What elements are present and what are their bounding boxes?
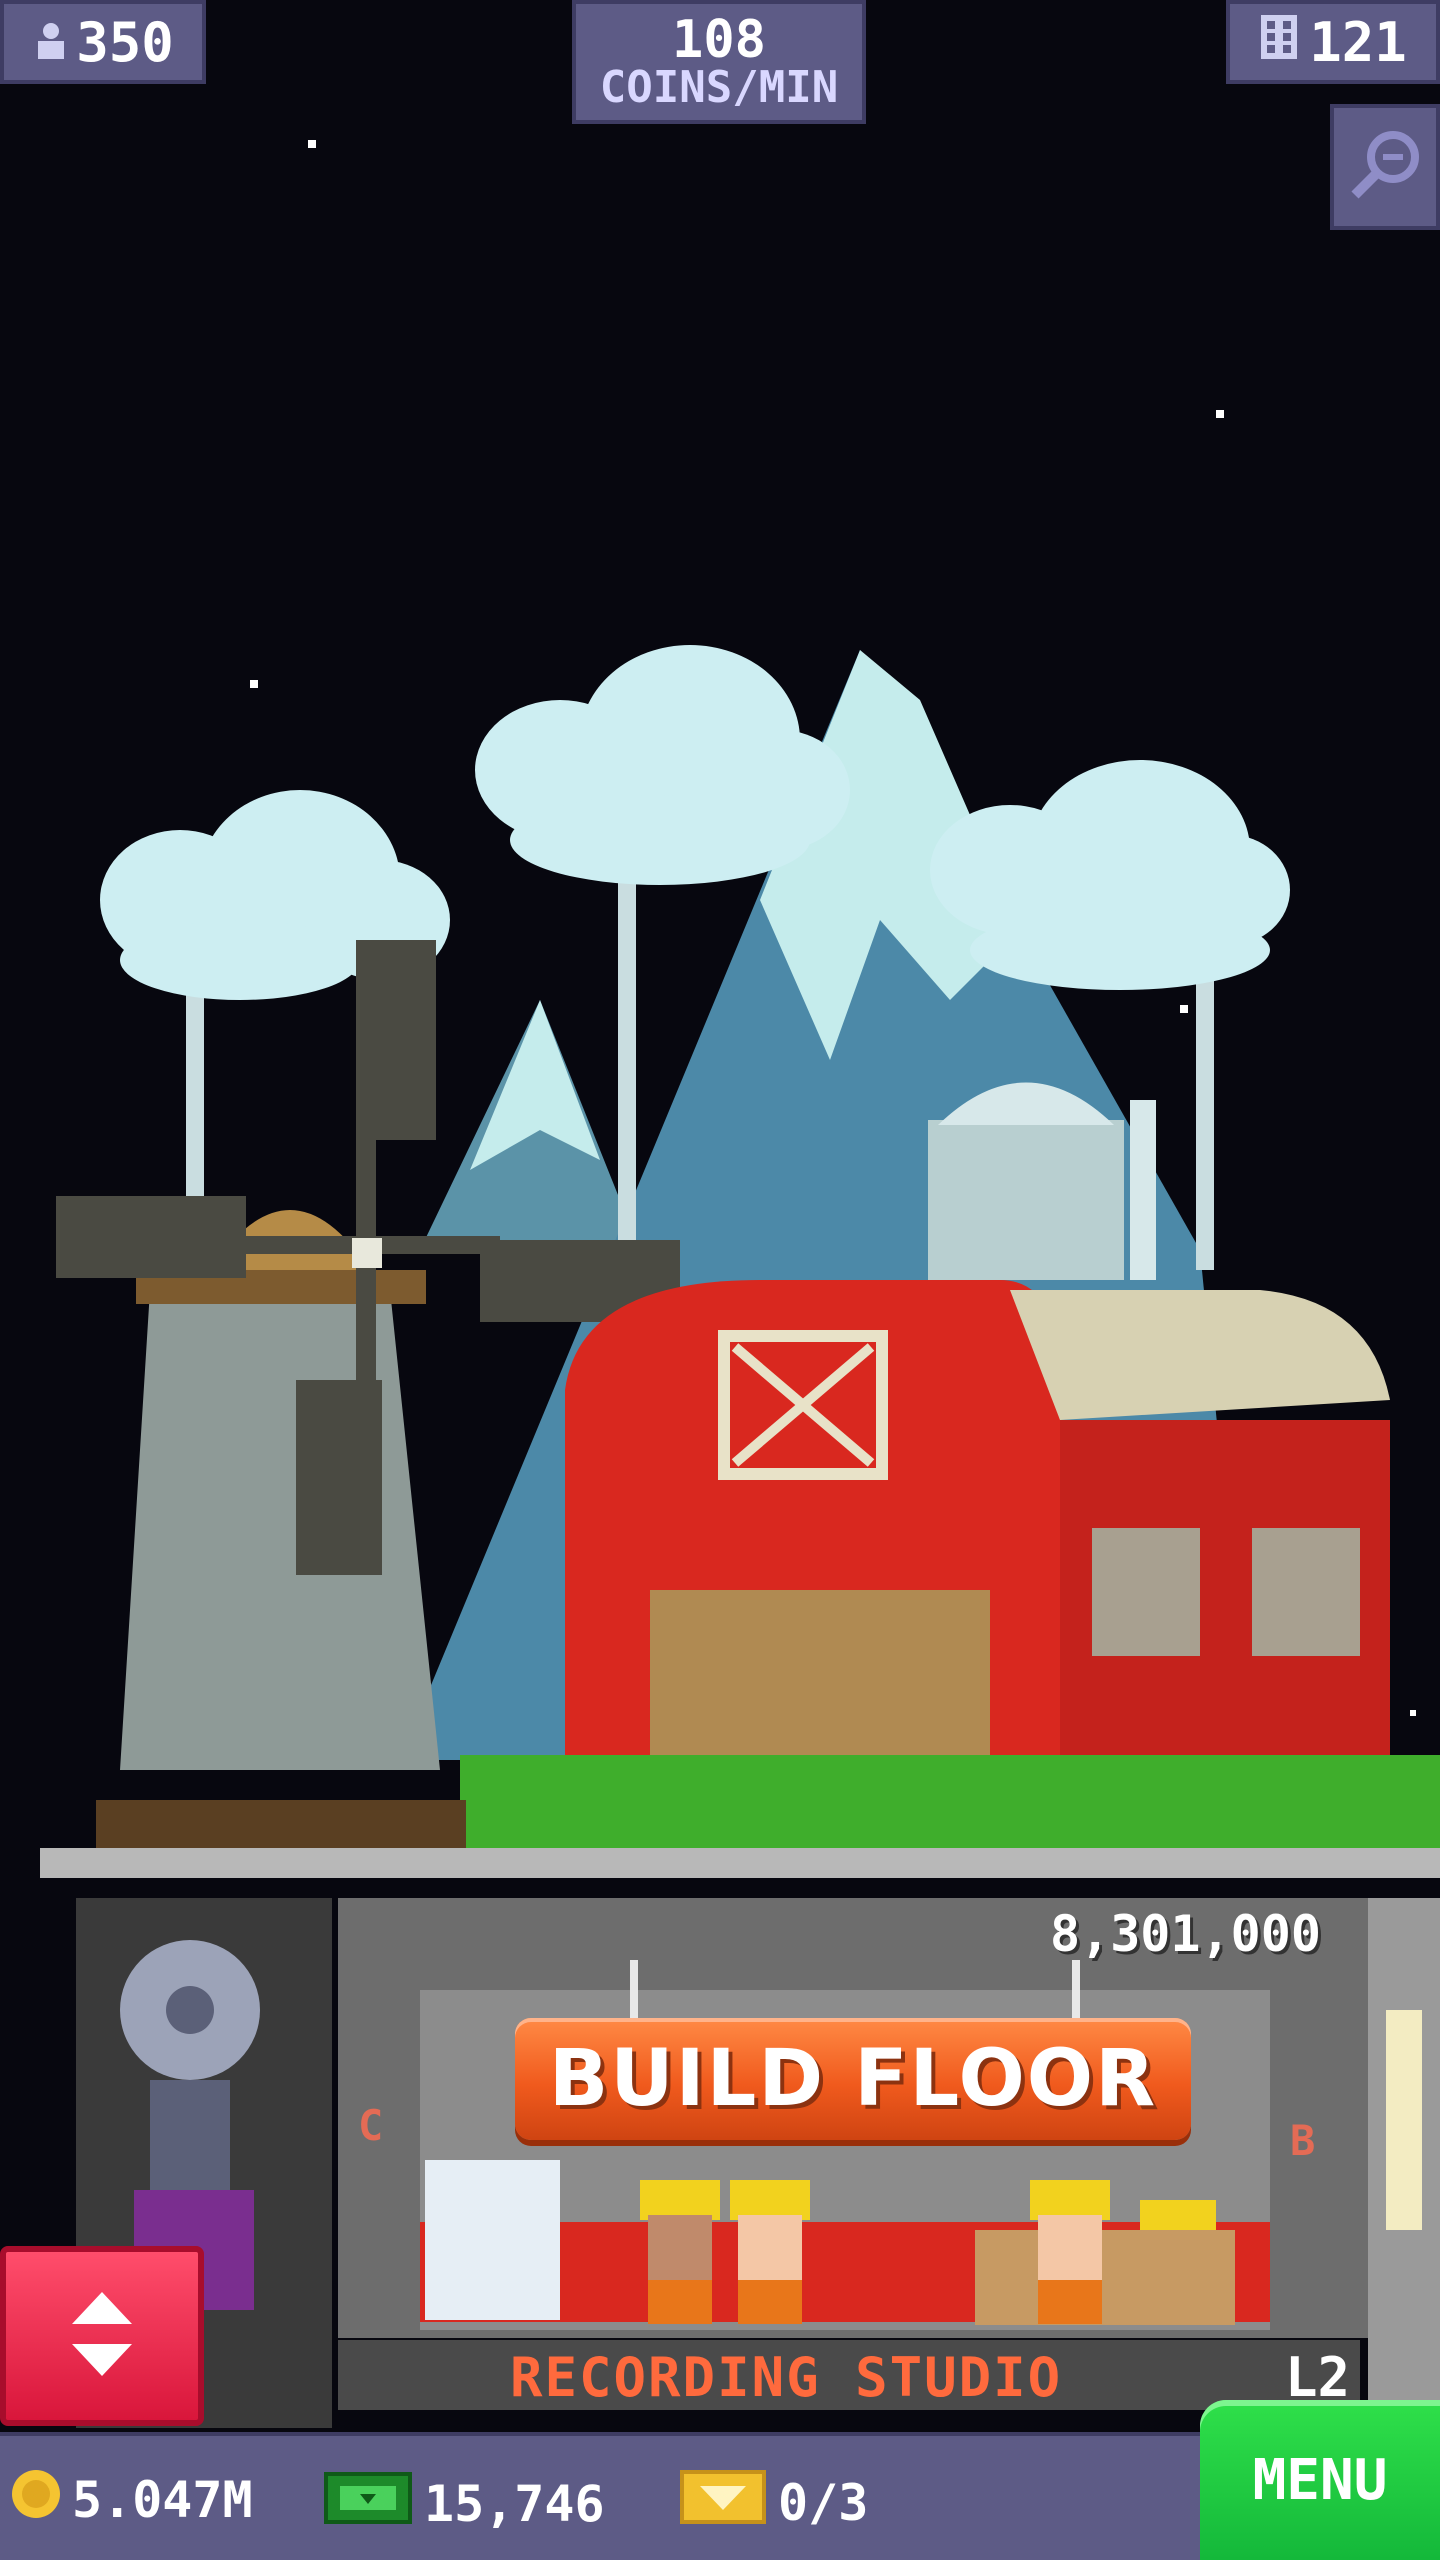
ticket-icon [678,2468,768,2538]
new-floor-cost: 8,301,000 [1050,1905,1321,1963]
tickets-value: 0/3 [778,2474,869,2532]
rooftop-scene: C B [0,0,1440,2560]
coins-display: 5.047M [10,2468,253,2532]
floor-count-button[interactable]: 121 [1226,0,1440,84]
floor-count-value: 121 [1309,10,1407,74]
build-floor-button[interactable]: BUILD FLOOR [515,2018,1191,2140]
population-value: 350 [76,10,174,74]
bux-value: 15,746 [424,2475,605,2533]
tickets-display: 0/3 [678,2468,868,2538]
building-icon [1259,11,1299,74]
coins-per-minute-display: 108 COINS/MIN [572,0,866,124]
coins-rate-unit: COINS/MIN [599,62,839,113]
coin-icon [10,2468,62,2532]
person-icon [32,11,70,74]
bux-icon [322,2468,414,2540]
zoom-out-icon [1345,125,1425,209]
room-side-letter-left: C [358,2101,383,2150]
population-counter[interactable]: 350 [0,0,206,84]
up-down-arrows-icon [62,2284,142,2388]
room-side-letter-right: B [1290,2116,1315,2165]
menu-button[interactable]: MENU [1200,2400,1440,2560]
coins-rate-value: 108 [672,10,766,70]
floor-name[interactable]: RECORDING STUDIO [510,2346,1062,2409]
bux-display: 15,746 [322,2468,605,2540]
elevator-button[interactable] [0,2246,204,2426]
zoom-button[interactable] [1330,104,1440,230]
coins-value: 5.047M [72,2471,253,2529]
